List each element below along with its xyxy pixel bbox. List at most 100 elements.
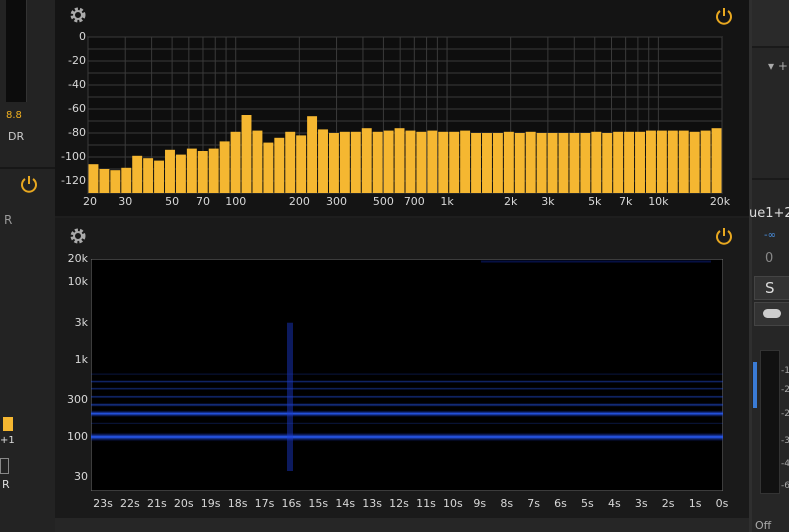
- spectrum-analyzer-panel: 0 -20 -40 -60 -80 -100 -120 20 30 50 70 100 200 300 5…: [55, 0, 749, 216]
- spectrogram-band: [91, 395, 723, 399]
- spectrogram-x-tick: 18s: [227, 497, 248, 510]
- meter-tick: -2: [781, 385, 789, 395]
- spectrum-bar: [230, 131, 241, 193]
- spectrogram-x-tick: 0s: [715, 497, 729, 510]
- spectrum-bar: [372, 131, 383, 193]
- spectrogram-noise: [481, 260, 711, 263]
- spectrogram-band: [91, 422, 723, 425]
- r-label-bottom: R: [2, 478, 10, 491]
- spectrogram-x-tick: 11s: [416, 497, 436, 510]
- spectrum-bar: [689, 131, 700, 193]
- spectrogram-x-tick: 16s: [281, 497, 302, 510]
- spectrum-x-tick: 70: [195, 195, 210, 208]
- divider: [752, 178, 789, 180]
- link-button[interactable]: [754, 302, 789, 326]
- spectrogram-x-tick: 2s: [661, 497, 675, 510]
- spectrum-chart: [87, 36, 723, 194]
- r-label: R: [4, 213, 13, 227]
- spectrum-bar: [274, 137, 285, 193]
- spectrum-bar: [361, 128, 372, 193]
- spectrum-bar: [350, 131, 361, 193]
- spectrum-bar: [449, 131, 460, 193]
- spectrum-bar: [132, 155, 143, 193]
- spectrum-bar: [318, 129, 328, 193]
- spectrum-bar: [383, 130, 394, 193]
- spectrogram-y-tick: 10k: [67, 275, 88, 289]
- spectrogram-y-tick: 300: [67, 393, 88, 407]
- power-icon[interactable]: [714, 226, 734, 246]
- spectrum-bar: [252, 130, 263, 193]
- spectrum-bar: [296, 135, 307, 193]
- toggle-box[interactable]: [0, 458, 9, 474]
- meter-tick: -1: [781, 366, 789, 376]
- meter-tick: -48: [781, 459, 789, 469]
- dr-label: DR: [8, 130, 25, 143]
- spectrum-bar: [460, 130, 471, 193]
- fader-indicator[interactable]: [753, 362, 757, 408]
- spectrum-bar: [536, 133, 547, 193]
- power-icon[interactable]: [19, 174, 39, 194]
- solo-label: S: [765, 279, 775, 297]
- spectrogram-panel: 20k 10k 3k 1k 300 100 30 23s 22s 21s 20s 19s 18s 17s…: [55, 218, 749, 520]
- spectrum-y-tick: -20: [68, 54, 86, 67]
- channel-label: ue1+2: [749, 206, 789, 221]
- spectrum-bar: [197, 151, 208, 193]
- spectrogram-x-tick: 1s: [688, 497, 702, 510]
- spectrum-bar: [558, 133, 569, 193]
- spectrogram-x-tick: 20s: [173, 497, 194, 510]
- spectrum-bar: [503, 131, 514, 193]
- spectrogram-x-tick: 17s: [254, 497, 275, 510]
- spectrum-bar: [471, 133, 482, 193]
- spectrum-bar: [613, 131, 624, 193]
- spectrogram-x-tick: 5s: [581, 497, 594, 510]
- spectrum-x-tick: 7k: [618, 195, 633, 208]
- spectrum-bar: [110, 170, 121, 193]
- spectrum-x-tick: 2k: [503, 195, 518, 208]
- spectrum-x-tick: 300: [326, 195, 348, 208]
- dropdown-arrow-icon[interactable]: ▾ +: [768, 59, 788, 73]
- spectrogram-band: [91, 373, 723, 376]
- spectrum-y-tick: -80: [68, 126, 86, 139]
- spectrum-bar: [678, 130, 689, 193]
- spectrum-bar: [307, 116, 318, 193]
- spectrum-x-tick: 1k: [440, 195, 454, 208]
- spectrogram-x-tick: 6s: [554, 497, 567, 510]
- gear-icon[interactable]: [68, 226, 88, 246]
- spectrum-bar: [143, 158, 154, 193]
- meter-tick: -60: [781, 481, 789, 491]
- spectrum-bar: [208, 148, 219, 193]
- spectrum-bar: [547, 133, 558, 193]
- output-meter: [760, 350, 780, 494]
- spectrum-x-tick: 700: [403, 195, 425, 208]
- spectrum-bar: [154, 160, 165, 193]
- spectrogram-y-tick: 30: [74, 470, 88, 484]
- spectrum-y-tick: -40: [68, 78, 86, 91]
- spectrum-bar: [99, 169, 110, 193]
- spectrum-y-tick: -100: [61, 150, 86, 163]
- solo-button[interactable]: S: [754, 276, 789, 300]
- spectrogram-band: [91, 380, 723, 384]
- spectrum-bar: [645, 130, 656, 193]
- spectrum-bar: [624, 131, 635, 193]
- bottom-toolbar: [55, 518, 749, 532]
- spectrum-x-tick: 200: [288, 195, 310, 208]
- fader-cap[interactable]: [3, 417, 13, 431]
- spectrogram-x-tick: 7s: [527, 497, 540, 510]
- spectrum-bar: [121, 167, 132, 193]
- pan-value: 0: [765, 251, 774, 266]
- spectrogram-y-tick: 3k: [74, 315, 88, 329]
- right-channel-strip: ▾ + ue1+2 -∞ 0 S -1 -2 -24 -36 -48 -60 Off: [749, 0, 789, 532]
- spectrum-bar: [635, 131, 645, 193]
- spectrum-bar: [700, 130, 711, 193]
- spectrogram-x-tick: 3s: [634, 497, 648, 510]
- spectrum-bar: [241, 115, 252, 193]
- spectrogram-x-tick: 12s: [389, 497, 409, 510]
- spectrogram-band: [91, 387, 723, 391]
- spectrum-x-tick: 5k: [588, 195, 602, 208]
- spectrum-bar: [482, 133, 492, 193]
- spectrum-x-tick: 500: [372, 195, 394, 208]
- spectrum-x-tick: 10k: [648, 195, 669, 208]
- spectrum-bar: [656, 130, 667, 193]
- spectrogram-y-tick: 20k: [67, 252, 88, 265]
- header-block: [752, 0, 789, 48]
